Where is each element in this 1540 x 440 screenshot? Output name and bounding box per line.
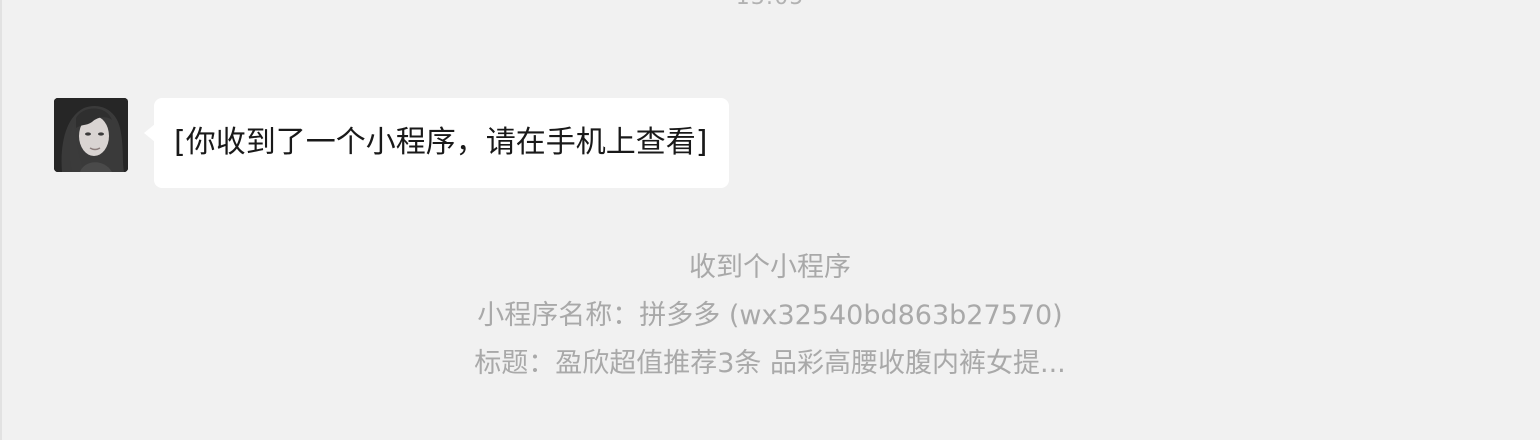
mini-program-notice: 收到个小程序 小程序名称：拼多多 (wx32540bd863b27570) 标题… xyxy=(0,244,1540,388)
woman-portrait-avatar-icon xyxy=(54,98,128,172)
message-timestamp: 13:05 xyxy=(0,0,1540,10)
message-text: [你收到了一个小程序，请在手机上查看] xyxy=(174,125,708,160)
notice-program-title: 标题：盈欣超值推荐3条 品彩高腰收腹内裤女提... xyxy=(474,348,1066,379)
sender-avatar[interactable] xyxy=(54,98,128,172)
notice-heading: 收到个小程序 xyxy=(689,252,851,283)
notice-program-name: 小程序名称：拼多多 (wx32540bd863b27570) xyxy=(477,300,1063,331)
message-bubble[interactable]: [你收到了一个小程序，请在手机上查看] xyxy=(143,98,730,188)
